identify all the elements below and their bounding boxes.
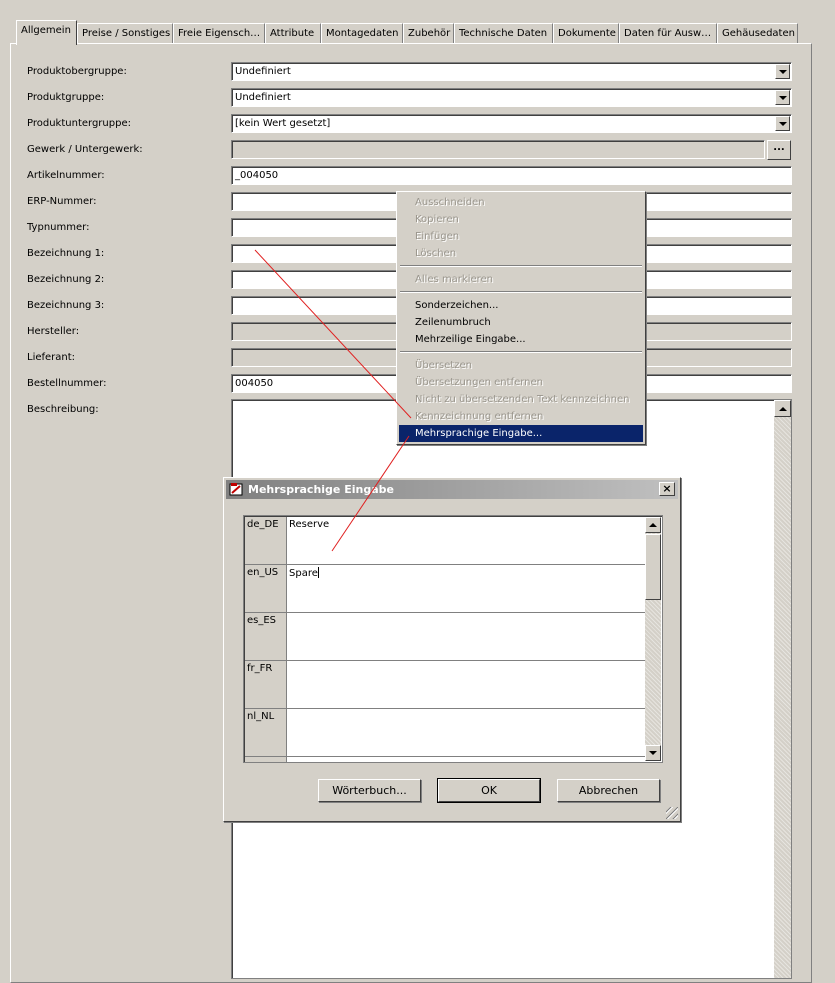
menu-separator bbox=[400, 291, 642, 293]
menu-item-sonderzeichen[interactable]: Sonderzeichen... bbox=[399, 297, 643, 314]
close-icon: × bbox=[662, 482, 672, 495]
menu-item-einfuegen[interactable]: Einfügen bbox=[399, 228, 643, 245]
mehrsprachige-eingabe-dialog: Mehrsprachige Eingabe × de_DE Reserve en… bbox=[223, 477, 681, 822]
tab-montagedaten[interactable]: Montagedaten bbox=[321, 23, 403, 44]
text-caret bbox=[317, 567, 319, 578]
translation-row bbox=[245, 757, 645, 762]
label-lieferant: Lieferant: bbox=[27, 352, 76, 363]
language-code: nl_NL bbox=[245, 709, 287, 756]
beschreibung-scrollbar[interactable] bbox=[774, 400, 791, 978]
menu-item-zeilenumbruch[interactable]: Zeilenumbruch bbox=[399, 314, 643, 331]
artikelnummer-input[interactable]: _004050 bbox=[231, 166, 792, 185]
translation-row: nl_NL bbox=[245, 709, 645, 757]
translation-row: fr_FR bbox=[245, 661, 645, 709]
chevron-down-icon[interactable] bbox=[775, 90, 790, 105]
tab-zubehoer[interactable]: Zubehör bbox=[403, 23, 454, 44]
tab-daten-fuer-auswertung[interactable]: Daten für Ausw… bbox=[619, 23, 717, 44]
menu-item-nicht-uebersetzen[interactable]: Nicht zu übersetzenden Text kennzeichnen bbox=[399, 391, 643, 408]
chevron-down-icon bbox=[649, 751, 657, 755]
label-produktobergruppe: Produktobergruppe: bbox=[27, 66, 127, 77]
tab-freie-eigenschaften[interactable]: Freie Eigensch… bbox=[173, 23, 265, 44]
translation-input-en[interactable]: Spare bbox=[289, 567, 643, 579]
produktuntergruppe-value: [kein Wert gesetzt] bbox=[235, 118, 331, 129]
tab-technische-daten[interactable]: Technische Daten bbox=[454, 23, 553, 44]
label-bestellnummer: Bestellnummer: bbox=[27, 378, 107, 389]
scroll-up-button[interactable] bbox=[645, 517, 661, 533]
label-erp-nummer: ERP-Nummer: bbox=[27, 196, 97, 207]
menu-item-uebersetzungen-entfernen[interactable]: Übersetzungen entfernen bbox=[399, 374, 643, 391]
language-code: de_DE bbox=[245, 517, 287, 564]
menu-item-mehrsprachige-eingabe[interactable]: Mehrsprachige Eingabe... bbox=[399, 425, 643, 442]
language-code: fr_FR bbox=[245, 661, 287, 708]
dialog-title: Mehrsprachige Eingabe bbox=[248, 483, 394, 496]
menu-item-loeschen[interactable]: Löschen bbox=[399, 245, 643, 262]
translation-value-en: Spare bbox=[289, 568, 318, 579]
chevron-down-icon[interactable] bbox=[775, 64, 790, 79]
label-artikelnummer: Artikelnummer: bbox=[27, 170, 105, 181]
menu-item-uebersetzen[interactable]: Übersetzen bbox=[399, 357, 643, 374]
label-produktuntergruppe: Produktuntergruppe: bbox=[27, 118, 131, 129]
menu-separator bbox=[400, 265, 642, 267]
label-typnummer: Typnummer: bbox=[27, 222, 90, 233]
produktobergruppe-select[interactable]: Undefiniert bbox=[231, 62, 792, 81]
woerterbuch-button[interactable]: Wörterbuch... bbox=[318, 779, 421, 802]
label-bezeichnung-1: Bezeichnung 1: bbox=[27, 248, 105, 259]
language-code: en_US bbox=[245, 565, 287, 612]
translation-row: en_US Spare bbox=[245, 565, 645, 613]
scroll-down-button[interactable] bbox=[645, 745, 661, 761]
abbrechen-button[interactable]: Abbrechen bbox=[557, 779, 660, 802]
close-button[interactable]: × bbox=[659, 482, 675, 496]
gewerk-browse-button[interactable]: ... bbox=[767, 140, 791, 160]
grid-scrollbar[interactable] bbox=[645, 517, 661, 761]
resize-grip[interactable] bbox=[666, 807, 678, 819]
produktgruppe-select[interactable]: Undefiniert bbox=[231, 88, 792, 107]
language-code: es_ES bbox=[245, 613, 287, 660]
translation-grid: de_DE Reserve en_US Spare es_ES fr_FR nl… bbox=[243, 515, 663, 763]
menu-item-kennzeichnung-entfernen[interactable]: Kennzeichnung entfernen bbox=[399, 408, 643, 425]
translation-row: de_DE Reserve bbox=[245, 517, 645, 565]
label-gewerk: Gewerk / Untergewerk: bbox=[27, 144, 143, 155]
scroll-thumb[interactable] bbox=[645, 534, 661, 600]
label-bezeichnung-3: Bezeichnung 3: bbox=[27, 300, 105, 311]
language-code bbox=[245, 757, 287, 762]
tab-preise-sonstiges[interactable]: Preise / Sonstiges bbox=[77, 23, 173, 44]
gewerk-field bbox=[231, 140, 765, 159]
scroll-up-button[interactable] bbox=[774, 400, 791, 417]
translation-input-de[interactable]: Reserve bbox=[289, 519, 643, 530]
menu-item-ausschneiden[interactable]: Ausschneiden bbox=[399, 194, 643, 211]
tab-attribute[interactable]: Attribute bbox=[265, 23, 321, 44]
translation-row: es_ES bbox=[245, 613, 645, 661]
label-beschreibung: Beschreibung: bbox=[27, 404, 99, 415]
menu-separator bbox=[400, 351, 642, 353]
produktgruppe-value: Undefiniert bbox=[235, 92, 291, 103]
chevron-down-icon[interactable] bbox=[775, 116, 790, 131]
produktobergruppe-value: Undefiniert bbox=[235, 66, 291, 77]
tab-gehaeusedaten[interactable]: Gehäusedaten bbox=[717, 23, 798, 44]
menu-item-mehrzeilige-eingabe[interactable]: Mehrzeilige Eingabe... bbox=[399, 331, 643, 348]
menu-item-kopieren[interactable]: Kopieren bbox=[399, 211, 643, 228]
menu-item-alles-markieren[interactable]: Alles markieren bbox=[399, 271, 643, 288]
chevron-up-icon bbox=[649, 523, 657, 527]
app-icon bbox=[229, 483, 243, 496]
label-produktgruppe: Produktgruppe: bbox=[27, 92, 105, 103]
produktuntergruppe-select[interactable]: [kein Wert gesetzt] bbox=[231, 114, 792, 133]
label-hersteller: Hersteller: bbox=[27, 326, 80, 337]
label-bezeichnung-2: Bezeichnung 2: bbox=[27, 274, 105, 285]
ok-button[interactable]: OK bbox=[437, 778, 541, 803]
tab-bar: Allgemein Preise / Sonstiges Freie Eigen… bbox=[16, 20, 835, 45]
tab-dokumente[interactable]: Dokumente bbox=[553, 23, 619, 44]
context-menu: Ausschneiden Kopieren Einfügen Löschen A… bbox=[396, 191, 646, 445]
chevron-up-icon bbox=[778, 406, 787, 411]
dialog-titlebar[interactable]: Mehrsprachige Eingabe × bbox=[226, 480, 678, 499]
tab-allgemein[interactable]: Allgemein bbox=[16, 20, 77, 45]
